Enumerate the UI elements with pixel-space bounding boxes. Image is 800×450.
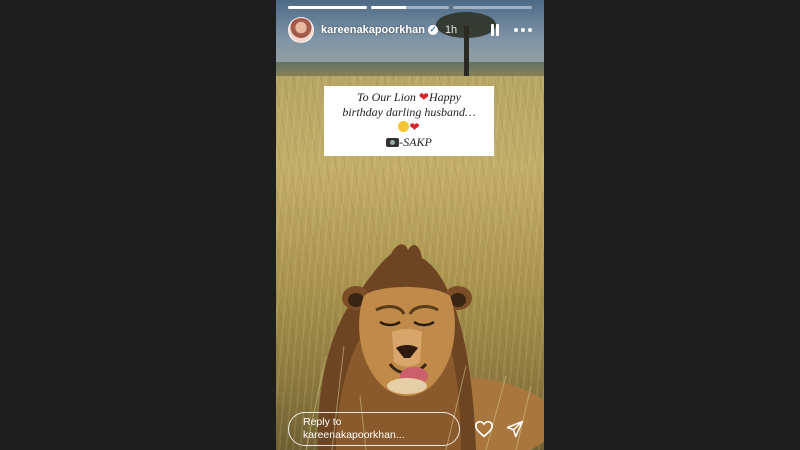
story-viewer[interactable]: kareenakapoorkhan ✓ 1h To Our Lion ❤Happ… <box>276 0 544 450</box>
pause-icon[interactable] <box>490 24 500 36</box>
heart-icon[interactable] <box>474 420 494 438</box>
caption-line-1: To Our Lion ❤Happy <box>328 90 490 105</box>
send-icon[interactable] <box>506 420 524 438</box>
header-controls <box>490 24 532 36</box>
caption-signature: SAKP <box>403 135 432 149</box>
caption-line-4: -SAKP <box>328 135 490 150</box>
username[interactable]: kareenakapoorkhan <box>321 24 425 36</box>
smiling-face-emoji-icon <box>398 121 410 132</box>
progress-segment <box>453 6 533 9</box>
avatar[interactable] <box>288 17 314 43</box>
story-header: kareenakapoorkhan ✓ 1h <box>288 16 532 44</box>
camera-emoji-icon <box>386 138 400 147</box>
caption-card: To Our Lion ❤Happy birthday darling husb… <box>324 86 494 156</box>
story-progress <box>288 6 533 9</box>
red-heart-emoji-icon: ❤ <box>409 120 420 134</box>
horizon <box>276 62 544 76</box>
red-heart-emoji-icon: ❤ <box>418 90 429 104</box>
more-options-icon[interactable] <box>514 27 532 33</box>
caption-text-1b: Happy <box>428 90 461 104</box>
background-frame: kareenakapoorkhan ✓ 1h To Our Lion ❤Happ… <box>0 0 800 450</box>
verified-badge-icon: ✓ <box>427 25 438 35</box>
story-footer: Reply to kareenakapoorkhan... <box>288 412 538 446</box>
reply-input[interactable]: Reply to kareenakapoorkhan... <box>288 412 460 446</box>
caption-line-3: ❤ <box>328 120 490 135</box>
progress-segment <box>370 6 450 9</box>
caption-line-2: birthday darling husband… <box>342 105 476 119</box>
reply-placeholder-line-2: kareenakapoorkhan... <box>303 429 405 441</box>
progress-fill <box>288 6 367 9</box>
progress-segment <box>288 6 367 9</box>
post-time: 1h <box>444 24 458 36</box>
reply-placeholder-line-1: Reply to <box>303 416 342 428</box>
caption-text-1: To Our Lion <box>357 90 416 104</box>
progress-fill <box>370 6 407 9</box>
